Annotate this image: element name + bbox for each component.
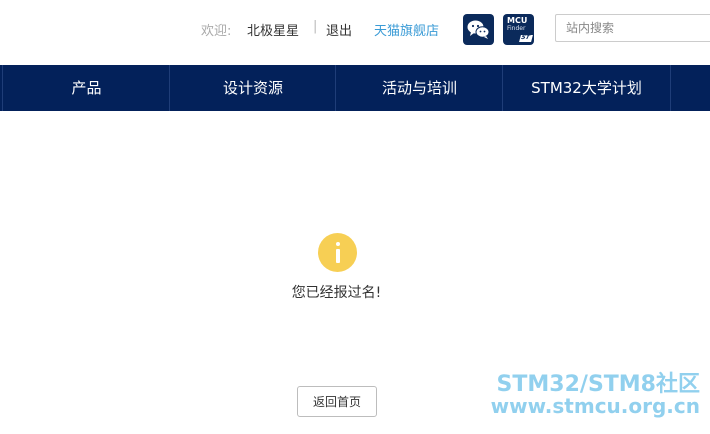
mcu-finder-button[interactable]: MCU Finder ST: [503, 14, 534, 45]
mcu-finder-line2: Finder: [507, 25, 526, 32]
nav-item-events-training[interactable]: 活动与培训: [335, 65, 503, 111]
nav-item-products[interactable]: 产品: [2, 65, 170, 111]
logout-link[interactable]: 退出: [326, 20, 352, 39]
st-logo: ST: [519, 34, 533, 42]
separator: |: [313, 19, 318, 34]
nav-item-stm32-university[interactable]: STM32大学计划: [502, 65, 671, 111]
info-alert-icon: [318, 233, 357, 272]
mcu-finder-line1: MCU: [507, 16, 528, 25]
watermark-line1: STM32/STM8社区: [496, 372, 700, 397]
nav-item-design-resources[interactable]: 设计资源: [169, 65, 336, 111]
main-nav: 产品 设计资源 活动与培训 STM32大学计划: [0, 65, 710, 111]
already-registered-message: 您已经报过名!: [291, 285, 382, 301]
wechat-button[interactable]: [463, 14, 494, 45]
watermark: STM32/STM8社区 www.stmcu.org.cn: [491, 373, 700, 417]
watermark-line2: www.stmcu.org.cn: [490, 394, 700, 419]
site-search-input[interactable]: [555, 14, 710, 42]
top-bar: 欢迎: 北极星星 | 退出 天猫旗舰店 MCU Finder ST: [0, 0, 710, 64]
st-logo-text: ST: [520, 34, 531, 41]
welcome-label: 欢迎:: [201, 24, 232, 39]
back-home-button[interactable]: 返回首页: [297, 386, 377, 417]
wechat-icon: [467, 20, 490, 39]
username[interactable]: 北极星星: [247, 20, 299, 39]
tmall-store-link[interactable]: 天猫旗舰店: [374, 20, 439, 39]
